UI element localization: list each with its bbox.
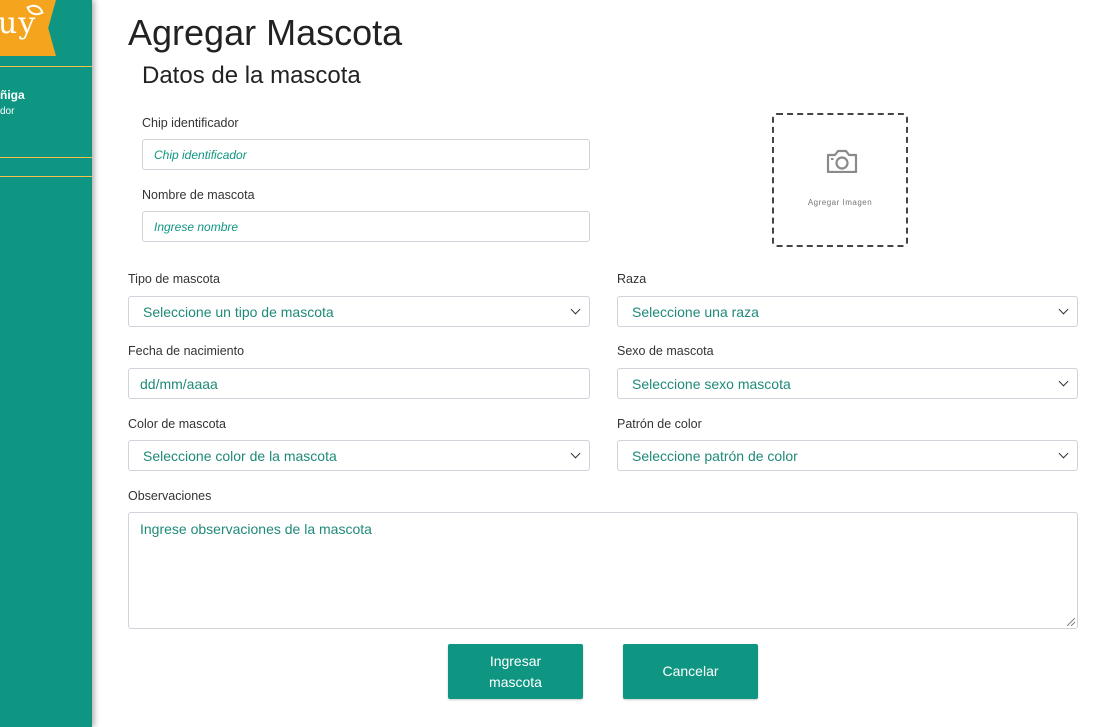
breed-select[interactable]: Seleccione una raza: [617, 296, 1078, 327]
color-select[interactable]: Seleccione color de la mascota: [128, 440, 590, 471]
type-selected: Seleccione un tipo de mascota: [143, 303, 334, 320]
chevron-down-icon: [1058, 448, 1069, 459]
chip-placeholder: Chip identificador: [154, 147, 247, 162]
color-selected: Seleccione color de la mascota: [143, 447, 337, 464]
page-title: Agregar Mascota: [128, 12, 403, 53]
image-caption: Agregar Imagen: [807, 198, 873, 207]
sex-label: Sexo de mascota: [617, 344, 714, 358]
user-name: ñiga: [0, 88, 25, 102]
submit-label: Ingresar mascota: [489, 651, 542, 693]
notes-textarea[interactable]: Ingrese observaciones de la mascota: [128, 512, 1078, 629]
chevron-down-icon: [570, 304, 581, 315]
chip-input[interactable]: Chip identificador: [142, 139, 590, 170]
type-select[interactable]: Seleccione un tipo de mascota: [128, 296, 590, 327]
sex-selected: Seleccione sexo mascota: [632, 375, 791, 392]
birth-value: dd/mm/aaaa: [140, 375, 218, 392]
cancel-button[interactable]: Cancelar: [623, 644, 758, 699]
camera-icon: [826, 149, 858, 173]
resize-handle[interactable]: [1067, 618, 1075, 626]
divider: [0, 176, 92, 177]
submit-label-line1: Ingresar: [489, 652, 542, 669]
name-label: Nombre de mascota: [142, 188, 255, 202]
image-upload[interactable]: Agregar Imagen: [772, 113, 908, 247]
chevron-down-icon: [570, 448, 581, 459]
birth-date-input[interactable]: dd/mm/aaaa: [128, 368, 590, 399]
birth-label: Fecha de nacimiento: [128, 344, 245, 358]
cancel-label: Cancelar: [662, 663, 719, 679]
pattern-selected: Seleccione patrón de color: [632, 447, 798, 464]
sex-select[interactable]: Seleccione sexo mascota: [617, 368, 1078, 399]
name-input[interactable]: Ingrese nombre: [142, 211, 590, 242]
chevron-down-icon: [1058, 304, 1069, 315]
divider: [0, 66, 92, 67]
logo[interactable]: uy: [0, 0, 56, 56]
submit-label-line2: mascota: [489, 673, 542, 690]
name-placeholder: Ingrese nombre: [154, 219, 239, 234]
breed-selected: Seleccione una raza: [632, 303, 759, 320]
user-role: dor: [0, 106, 15, 117]
section-title: Datos de la mascota: [142, 62, 361, 89]
type-label: Tipo de mascota: [128, 272, 220, 286]
pattern-label: Patrón de color: [617, 417, 702, 431]
chevron-down-icon: [1058, 376, 1069, 387]
pattern-select[interactable]: Seleccione patrón de color: [617, 440, 1078, 471]
notes-label: Observaciones: [128, 489, 212, 503]
breed-label: Raza: [617, 272, 647, 286]
submit-button[interactable]: Ingresar mascota: [448, 644, 583, 699]
notes-placeholder: Ingrese observaciones de la mascota: [140, 521, 372, 537]
divider: [0, 157, 92, 158]
color-label: Color de mascota: [128, 417, 226, 431]
sidebar: uy ñiga dor: [0, 0, 92, 727]
chip-label: Chip identificador: [142, 116, 239, 130]
